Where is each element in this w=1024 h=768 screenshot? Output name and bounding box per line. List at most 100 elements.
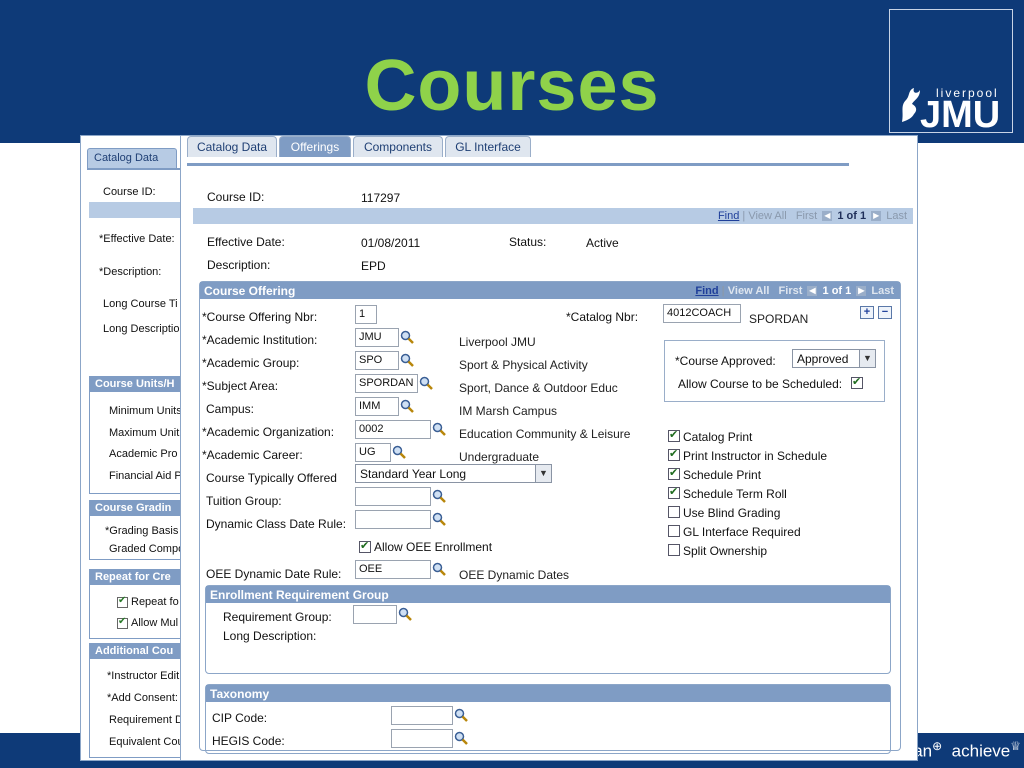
find-link[interactable]: Find [718,210,739,222]
last-link[interactable]: Last [886,210,907,222]
option-checkbox[interactable] [668,466,680,480]
option-label: Print Instructor in Schedule [683,449,828,463]
back-allow-multiple-checkbox[interactable] [117,616,128,629]
back-tab-catalog-data[interactable]: Catalog Data [87,148,177,168]
back-repeat-checkbox[interactable] [117,595,128,608]
front-window: Catalog Data Offerings Components GL Int… [180,135,918,761]
back-repeat-label: Repeat fo [131,596,179,608]
hegis-code-field[interactable] [391,729,453,748]
campus-field[interactable]: IMM [355,397,399,416]
taxonomy-section: Taxonomy [205,684,891,754]
option-label: GL Interface Required [683,525,801,539]
allow-oee-checkbox[interactable] [359,539,371,553]
allow-schedule-label: Allow Course to be Scheduled: [678,377,843,391]
career-label: *Academic Career: [202,448,303,462]
option-checkbox[interactable] [668,544,680,556]
tab-underline [187,163,849,166]
lookup-icon[interactable] [432,489,446,503]
lookup-icon[interactable] [454,708,468,722]
dynamic-class-label: Dynamic Class Date Rule: [206,517,347,531]
description-label: Description: [207,258,271,272]
career-field[interactable]: UG [355,443,391,462]
option-label: Use Blind Grading [683,506,781,520]
slide-title: Courses [364,46,660,126]
tab-gl-interface[interactable]: GL Interface [445,136,531,157]
hegis-code-label: HEGIS Code: [212,734,285,748]
organization-label: *Academic Organization: [202,425,335,439]
back-description-label: *Description: [99,266,162,278]
offering-last-link[interactable]: Last [871,285,894,297]
req-group-field[interactable] [353,605,397,624]
offering-last-arrow-icon[interactable]: ▶ [856,286,867,297]
course-approved-select[interactable]: Approved ▼ [792,349,876,368]
lookup-icon[interactable] [432,512,446,526]
effective-date-label: Effective Date: [207,235,285,249]
offering-first-arrow-icon[interactable]: ◀ [807,286,818,297]
option-checkbox[interactable] [668,485,680,499]
offering-first-link[interactable]: First [779,285,803,297]
group-field[interactable]: SPO [355,351,399,370]
tab-offerings[interactable]: Offerings [279,136,351,157]
campus-label: Campus: [206,402,255,416]
option-checkbox[interactable] [668,506,680,518]
offering-find-link[interactable]: Find [695,285,718,297]
option-checkbox[interactable] [668,428,680,442]
first-link[interactable]: First [796,210,817,222]
back-long-description-label: Long Descriptio [103,323,180,335]
dropdown-arrow-icon[interactable]: ▼ [535,465,551,482]
subject-field[interactable]: SPORDAN [355,374,418,393]
status-value: Active [586,236,619,250]
offering-row-count: 1 of 1 [822,285,852,297]
option-label: Schedule Print [683,468,762,482]
option-checkbox[interactable] [668,525,680,537]
back-course-id-label: Course ID: [103,186,156,198]
option-label: Schedule Term Roll [683,487,787,501]
last-arrow-icon[interactable]: ▶ [871,211,882,222]
subject-desc: Sport, Dance & Outdoor Educ [459,381,618,395]
back-grading-basis-label: *Grading Basis [105,525,179,537]
delete-row-icon[interactable]: − [878,306,892,319]
oee-rule-field[interactable]: OEE [355,560,431,579]
cip-code-label: CIP Code: [212,711,268,725]
lookup-icon[interactable] [400,353,414,367]
tab-components[interactable]: Components [353,136,443,157]
allow-oee-label: Allow OEE Enrollment [374,540,493,554]
lookup-icon[interactable] [419,376,433,390]
typically-offered-select[interactable]: Standard Year Long ▼ [355,464,552,483]
back-maximum-units-label: Maximum Unit [109,427,180,439]
dynamic-class-field[interactable] [355,510,431,529]
course-approved-value: Approved [797,352,849,366]
catalog-nbr-field[interactable]: 4012COACH [663,304,741,323]
offering-nbr-field[interactable]: 1 [355,305,377,324]
plus-icon: ⊕ [932,739,943,753]
institution-field[interactable]: JMU [355,328,399,347]
option-checkbox[interactable] [668,447,680,461]
first-arrow-icon[interactable]: ◀ [822,211,833,222]
trophy-icon: ♕ [1010,739,1022,753]
lookup-icon[interactable] [392,445,406,459]
cip-code-field[interactable] [391,706,453,725]
lookup-icon[interactable] [454,731,468,745]
back-add-consent-label: *Add Consent: [107,692,178,704]
tab-catalog-data[interactable]: Catalog Data [187,136,277,157]
lookup-icon[interactable] [398,607,412,621]
dropdown-arrow-icon[interactable]: ▼ [859,350,875,367]
typically-offered-label: Course Typically Offered [206,471,337,485]
oee-rule-label: OEE Dynamic Date Rule: [206,567,342,581]
organization-field[interactable]: 0002 [355,420,431,439]
back-equivalent-label: Equivalent Cou [109,736,184,748]
enrollment-header: Enrollment Requirement Group [206,586,890,603]
tuition-group-field[interactable] [355,487,431,506]
lookup-icon[interactable] [400,330,414,344]
allow-schedule-checkbox[interactable] [851,375,863,389]
lookup-icon[interactable] [400,399,414,413]
lookup-icon[interactable] [432,562,446,576]
lookup-icon[interactable] [432,422,446,436]
view-all-link[interactable]: View All [748,210,786,222]
row-count: 1 of 1 [837,210,867,222]
offering-grid-nav: Find | View All First ◀ 1 of 1 ▶ Last [695,285,894,297]
course-offering-title: Course Offering [204,284,296,298]
add-row-icon[interactable]: + [860,306,874,319]
catalog-nbr-label: *Catalog Nbr: [566,310,639,324]
offering-view-all-link[interactable]: View All [728,285,770,297]
